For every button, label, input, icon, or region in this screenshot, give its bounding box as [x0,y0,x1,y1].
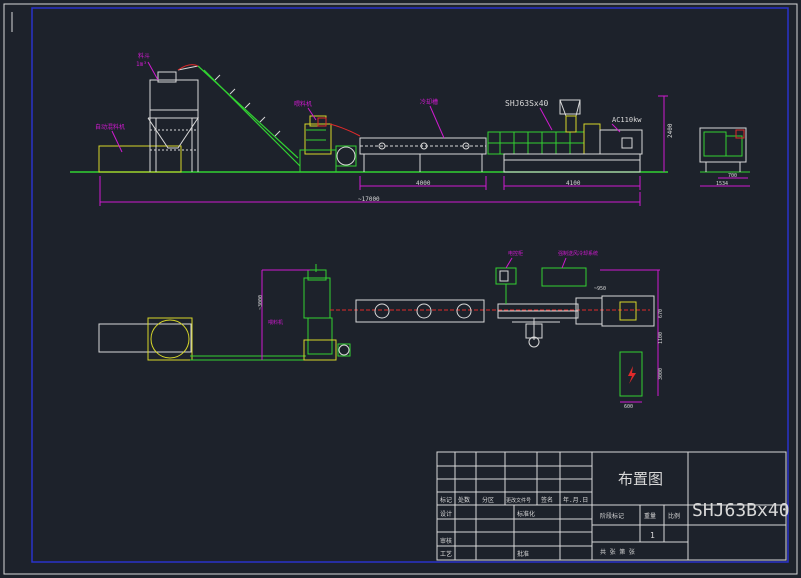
extruder-model: SHJ63Sx40 [505,99,549,108]
plan-dim-c: 670 [658,309,664,318]
plan-control-label: 电控柜 [508,250,523,257]
tb-stage: 阶段标记 [600,512,624,520]
dim-side-width: 1534 [716,181,728,187]
plan-dim-vertical: ~3000 [258,295,264,310]
cooling-label: 冷却槽 [420,98,438,106]
dim-height: 2400 [667,123,674,138]
tb-design: 设计 [440,510,452,518]
plan-dim-d: 3000 [658,368,664,380]
drawing-title: 布置图 [618,470,663,488]
motor-label: AC110kw [612,116,642,124]
tb-process: 工艺 [440,550,452,558]
feeder-label: 喂料机 [294,100,312,108]
hopper-volume: 1m³ [136,61,147,68]
tb-row1-4: 签名 [541,496,553,504]
tb-sheets: 共 张 第 张 [600,548,635,556]
dim-cooling: 4000 [416,180,431,187]
dim-total: ~17000 [358,196,380,203]
tb-row1-3: 更改文件号 [506,497,531,504]
plan-cabinet-label: 强制送风冷却系统 [558,250,598,257]
tb-approve: 批准 [517,550,529,558]
cad-drawing: 自动混料机 料斗 1m³ 喂料机 冷却槽 SHJ63Sx40 AC110kw 4… [0,0,801,578]
dim-side-small: 700 [728,173,737,179]
mixer-label: 自动混料机 [95,123,125,131]
tb-row1-5: 年.月.日 [563,496,588,504]
plan-feeder-label: 喂料机 [268,319,283,326]
tb-standard: 标准化 [517,510,535,518]
plan-dim-b: 1100 [658,332,664,344]
dim-extruder: 4100 [566,180,581,187]
tb-row1-0: 标记 [440,496,452,504]
model-number: SHJ63Bx40 [692,500,790,521]
plan-dim-a: ~950 [594,286,606,292]
plan-dim-e: 600 [624,404,633,410]
tb-row1-2: 分区 [482,496,494,504]
tb-scale: 比例 [668,512,680,520]
tb-review: 审核 [440,537,452,545]
tb-row1-1: 处数 [458,496,470,504]
sheet-background [0,0,801,578]
tb-sheet-number: 1 [650,531,655,540]
hopper-label: 料斗 [138,52,150,60]
tb-weight: 重量 [644,512,656,520]
